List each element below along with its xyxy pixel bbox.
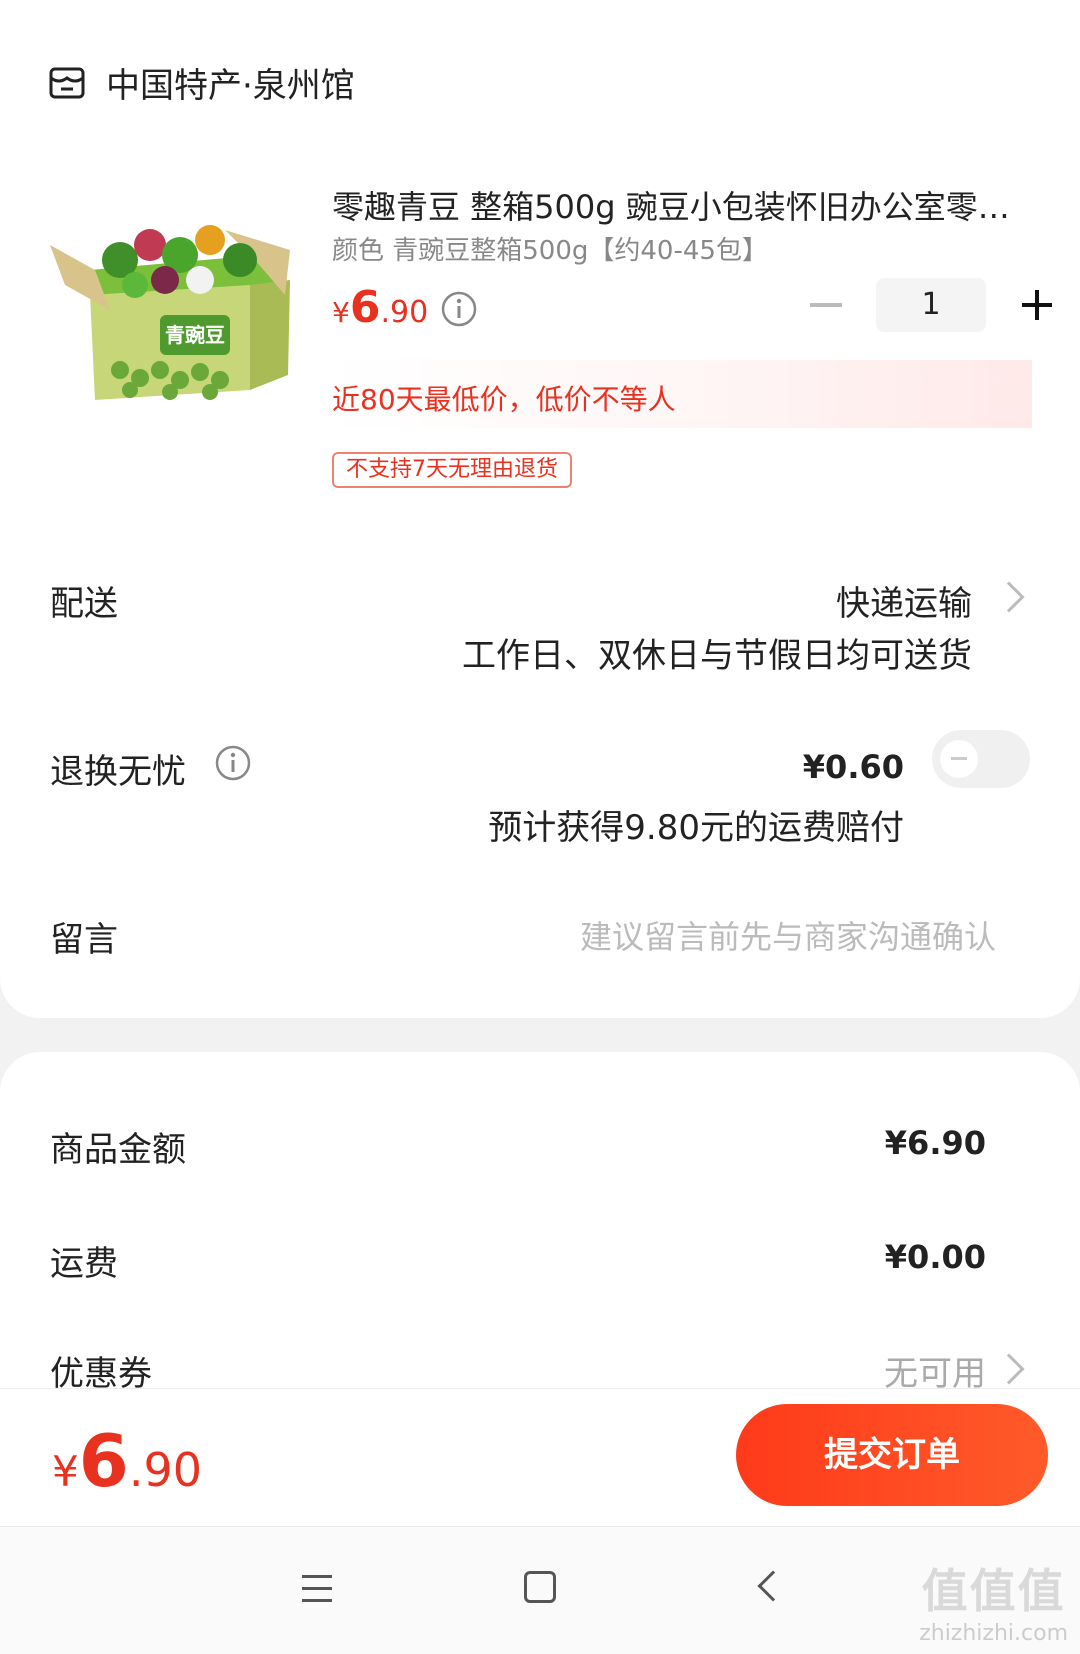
price-integer: 6 [349,282,381,333]
shop-name: 中国特产·泉州馆 [106,66,355,106]
product-image[interactable]: 青豌豆 [50,200,300,410]
message-input[interactable]: 建议留言前先与商家沟通确认 [580,912,996,958]
return-insurance-note: 预计获得9.80元的运费赔付 [488,808,904,848]
shop-header[interactable]: 中国特产·泉州馆 [48,58,355,107]
product-image-label: 青豌豆 [165,323,225,347]
price-currency: ¥ [332,296,350,329]
no-return-tag: 不支持7天无理由退货 [332,452,572,488]
return-insurance-info-icon[interactable] [214,744,252,782]
delivery-chevron-icon[interactable] [993,581,1025,613]
delivery-method[interactable]: 快递运输 [836,576,972,625]
quantity-increase-button[interactable] [1016,283,1060,327]
toggle-knob [940,740,978,778]
shop-icon [49,67,85,98]
shipping-label: 运费 [50,1244,118,1284]
product-spec[interactable]: 颜色 青豌豆整箱500g【约40-45包】 [332,230,768,267]
checkout-bar: ¥ 6 .90 提交订单 [0,1388,1080,1526]
product-title[interactable]: 零趣青豆 整箱500g 豌豆小包装怀旧办公室零食小吃小包装 [332,182,1032,228]
price-info-icon[interactable] [440,290,478,328]
price-decimal: .90 [380,295,429,330]
submit-order-button[interactable]: 提交订单 [736,1404,1048,1506]
delivery-note: 工作日、双休日与节假日均可送货 [462,636,972,676]
system-nav-bar: 值值值 zhizhizhi.com [0,1526,1080,1654]
delivery-label: 配送 [50,584,118,624]
return-insurance-label: 退换无忧 [50,752,186,792]
message-label: 留言 [50,920,118,960]
back-icon[interactable] [757,1570,789,1602]
total-price: ¥ 6 .90 [52,1419,202,1503]
quantity-decrease-button[interactable] [810,303,842,307]
coupon-chevron-icon[interactable] [993,1353,1025,1385]
watermark-url: zhizhizhi.com [919,1621,1068,1646]
quantity-stepper: 1 [810,278,1060,332]
lowprice-banner: 近80天最低价，低价不等人 [332,360,1032,428]
goods-amount-label: 商品金额 [50,1130,186,1170]
order-card: 中国特产·泉州馆 青豌豆 零趣青豆 整箱500g 豌豆小包装怀旧办公室零食小吃小… [0,0,1080,1018]
total-decimal: .90 [128,1443,202,1497]
return-insurance-toggle[interactable] [932,730,1030,788]
goods-amount-value: ¥6.90 [884,1124,986,1162]
home-icon[interactable] [524,1571,556,1603]
watermark: 值值值 zhizhizhi.com [919,1555,1068,1646]
menu-icon[interactable] [302,1575,332,1602]
return-insurance-price: ¥0.60 [802,748,904,786]
quantity-input[interactable]: 1 [876,278,986,332]
watermark-logo: 值值值 [921,1564,1066,1618]
unit-price: ¥ 6 .90 [332,282,428,333]
total-integer: 6 [78,1419,129,1503]
total-currency: ¥ [52,1447,79,1496]
shipping-value: ¥0.00 [884,1238,986,1276]
